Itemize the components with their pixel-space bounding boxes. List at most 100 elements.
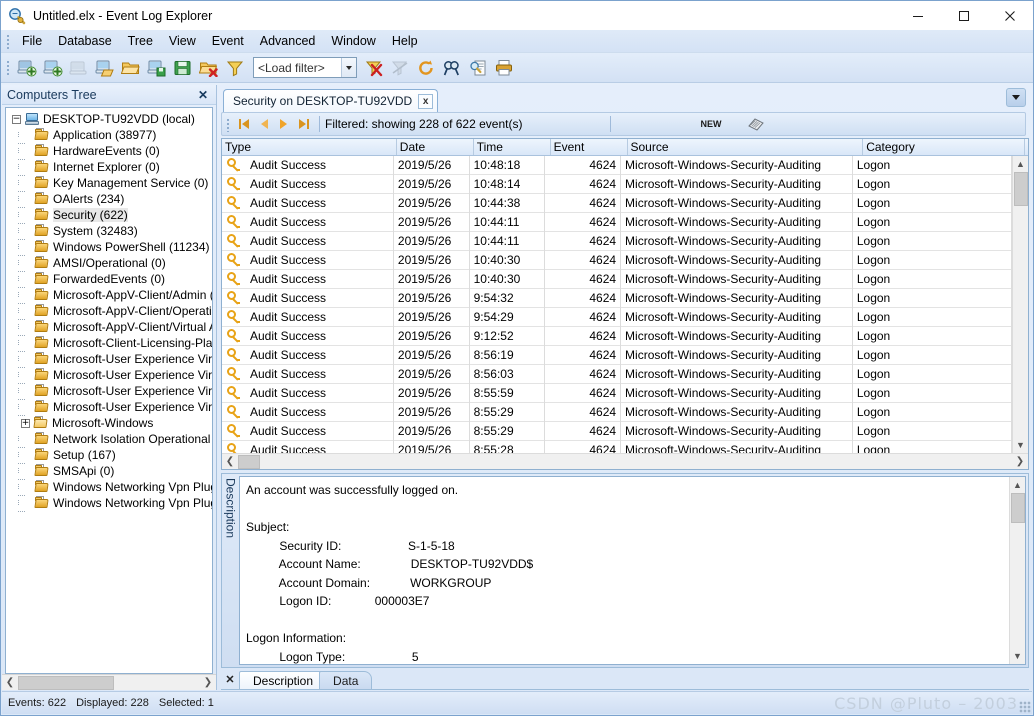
tree-item-2[interactable]: Internet Explorer (0) [6,159,212,175]
table-row[interactable]: Audit Success2019/5/2610:40:304624Micros… [222,251,1012,270]
memory-chip-icon[interactable] [745,115,767,133]
column-header-type[interactable]: Type [222,139,397,155]
menu-item-event[interactable]: Event [204,32,252,50]
load-filter-combo[interactable]: <Load filter> [253,57,357,78]
tree-item-19[interactable]: Network Isolation Operational [6,431,212,447]
tree-item-0[interactable]: Application (38977) [6,127,212,143]
navbar-gripper[interactable] [224,117,232,132]
computers-tree-close-icon[interactable]: ✕ [195,88,211,102]
resize-grip[interactable] [1019,701,1031,713]
menu-gripper[interactable] [4,33,12,50]
table-row[interactable]: Audit Success2019/5/2610:44:114624Micros… [222,232,1012,251]
table-row[interactable]: Audit Success2019/5/268:55:284624Microso… [222,441,1012,453]
tree-item-14[interactable]: Microsoft-User Experience Virt [6,351,212,367]
tree-item-7[interactable]: Windows PowerShell (11234) [6,239,212,255]
print-icon[interactable] [492,56,516,80]
load-filter-arrow-icon[interactable] [341,58,356,77]
last-event-icon[interactable] [295,115,313,133]
tree-item-9[interactable]: ForwardedEvents (0) [6,271,212,287]
menu-item-advanced[interactable]: Advanced [252,32,324,50]
menu-item-tree[interactable]: Tree [120,32,161,50]
description-close-icon[interactable]: ✕ [221,669,239,689]
table-row[interactable]: Audit Success2019/5/268:56:194624Microso… [222,346,1012,365]
table-row[interactable]: Audit Success2019/5/269:12:524624Microso… [222,327,1012,346]
open-file-icon[interactable] [119,56,143,80]
table-row[interactable]: Audit Success2019/5/269:54:294624Microso… [222,308,1012,327]
document-tab-close-icon[interactable]: x [418,94,433,109]
tree-item-5[interactable]: Security (622) [6,207,212,223]
tree-item-1[interactable]: HardwareEvents (0) [6,143,212,159]
table-row[interactable]: Audit Success2019/5/2610:48:184624Micros… [222,156,1012,175]
tree-item-22[interactable]: Windows Networking Vpn Plugi [6,479,212,495]
refresh-icon[interactable] [414,56,438,80]
table-row[interactable]: Audit Success2019/5/268:55:294624Microso… [222,403,1012,422]
maximize-button[interactable] [941,1,987,30]
filter-icon[interactable] [223,56,247,80]
event-grid-vertical-scrollbar[interactable]: ▲ ▼ [1012,156,1028,453]
add-log-icon[interactable] [41,56,65,80]
column-header-time[interactable]: Time [474,139,551,155]
tree-item-4[interactable]: OAlerts (234) [6,191,212,207]
column-header-event[interactable]: Event [551,139,628,155]
table-row[interactable]: Audit Success2019/5/268:55:294624Microso… [222,422,1012,441]
grid-scroll-left-icon[interactable]: ❮ [222,456,238,467]
chevron-down-icon[interactable] [1006,88,1026,107]
close-button[interactable] [987,1,1033,30]
tab-data[interactable]: Data [319,671,372,689]
open-log-icon[interactable] [93,56,117,80]
previous-event-icon[interactable] [255,115,273,133]
table-row[interactable]: Audit Success2019/5/2610:40:304624Micros… [222,270,1012,289]
column-header-source[interactable]: Source [628,139,864,155]
tree-expand-icon[interactable]: + [21,419,30,428]
add-computer-icon[interactable] [15,56,39,80]
tree-collapse-icon[interactable]: − [12,115,21,124]
grid-scroll-up-icon[interactable]: ▲ [1013,156,1029,172]
tree-item-12[interactable]: Microsoft-AppV-Client/Virtual A [6,319,212,335]
table-row[interactable]: Audit Success2019/5/269:54:324624Microso… [222,289,1012,308]
table-row[interactable]: Audit Success2019/5/2610:44:384624Micros… [222,194,1012,213]
tab-description[interactable]: Description [239,671,327,689]
tree-horizontal-scrollbar[interactable]: ❮ ❯ [2,674,216,690]
next-event-icon[interactable] [275,115,293,133]
first-event-icon[interactable] [235,115,253,133]
table-row[interactable]: Audit Success2019/5/268:56:034624Microso… [222,365,1012,384]
toolbar-gripper[interactable] [4,59,12,76]
column-header-category[interactable]: Category [863,139,1025,155]
grid-scroll-right-icon[interactable]: ❯ [1012,456,1028,467]
clear-filter-icon[interactable] [362,56,386,80]
tree-item-23[interactable]: Windows Networking Vpn Plugi [6,495,212,511]
column-header-date[interactable]: Date [397,139,474,155]
description-scroll-down-icon[interactable]: ▼ [1010,648,1026,664]
tree-item-16[interactable]: Microsoft-User Experience Virt [6,383,212,399]
tree-item-10[interactable]: Microsoft-AppV-Client/Admin (0 [6,287,212,303]
tree-item-18[interactable]: +Microsoft-Windows [6,415,212,431]
tree-item-15[interactable]: Microsoft-User Experience Virt [6,367,212,383]
document-tab-security[interactable]: Security on DESKTOP-TU92VDD x [223,89,438,112]
event-grid-rows[interactable]: Audit Success2019/5/2610:48:184624Micros… [222,156,1012,453]
menu-item-file[interactable]: File [14,32,50,50]
table-row[interactable]: Audit Success2019/5/2610:48:144624Micros… [222,175,1012,194]
tree-scroll-thumb[interactable] [18,676,114,690]
menu-item-window[interactable]: Window [323,32,383,50]
table-row[interactable]: Audit Success2019/5/268:55:594624Microso… [222,384,1012,403]
load-filter-value[interactable]: <Load filter> [254,58,341,77]
save-log-icon[interactable] [145,56,169,80]
tree-item-6[interactable]: System (32483) [6,223,212,239]
event-grid-horizontal-scrollbar[interactable]: ❮ ❯ [222,453,1028,469]
description-vertical-scrollbar[interactable]: ▲ ▼ [1009,477,1025,664]
tree-item-13[interactable]: Microsoft-Client-Licensing-Platf [6,335,212,351]
tree-item-11[interactable]: Microsoft-AppV-Client/Operatio [6,303,212,319]
tree-item-20[interactable]: Setup (167) [6,447,212,463]
menu-item-view[interactable]: View [161,32,204,50]
description-scroll-up-icon[interactable]: ▲ [1010,477,1026,493]
tree-item-21[interactable]: SMSApi (0) [6,463,212,479]
grid-scroll-down-icon[interactable]: ▼ [1013,437,1029,453]
tree-item-3[interactable]: Key Management Service (0) [6,175,212,191]
table-row[interactable]: Audit Success2019/5/2610:44:114624Micros… [222,213,1012,232]
clear-log-icon[interactable] [197,56,221,80]
description-scroll-thumb[interactable] [1011,493,1025,523]
menu-item-help[interactable]: Help [384,32,426,50]
tree-item-8[interactable]: AMSI/Operational (0) [6,255,212,271]
description-textbox[interactable]: An account was successfully logged on.Su… [239,476,1026,665]
grid-scroll-thumb[interactable] [1014,172,1028,206]
